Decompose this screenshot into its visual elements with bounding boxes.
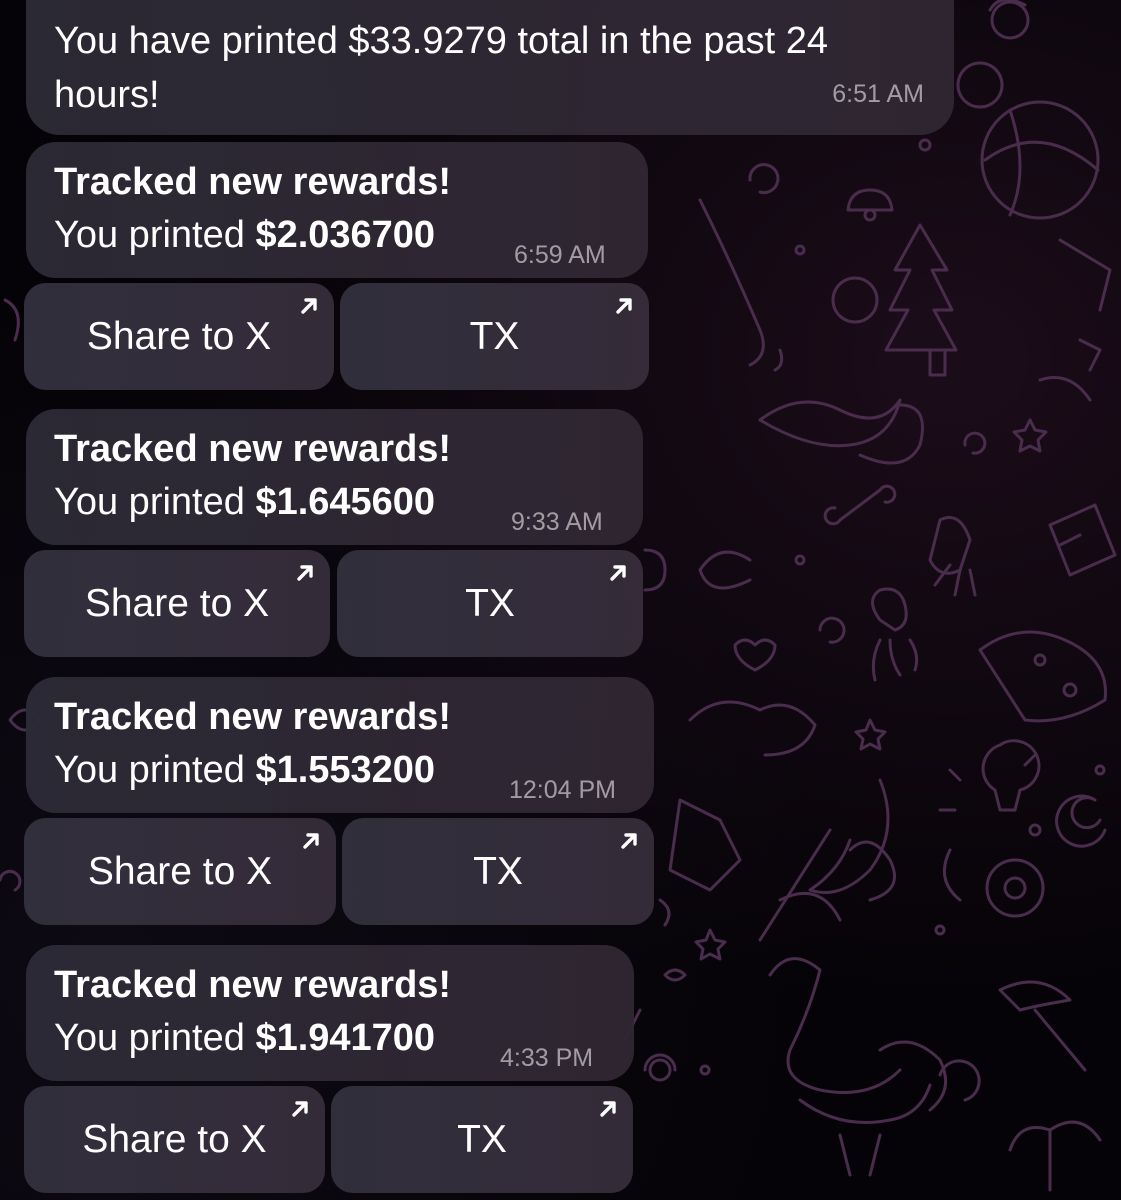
arrow-up-right-icon xyxy=(613,295,635,317)
reward-amount: $1.645600 xyxy=(255,481,436,523)
reward-timestamp: 12:04 PM xyxy=(509,776,617,804)
share-to-x-label: Share to X xyxy=(84,581,270,625)
reward-message: Tracked new rewards! You printed $1.6456… xyxy=(26,409,643,545)
reward-amount: $2.036700 xyxy=(255,214,436,256)
tx-label: TX xyxy=(457,1117,507,1161)
tx-label: TX xyxy=(473,849,523,893)
reward-title: Tracked new rewards! xyxy=(54,964,452,1006)
share-to-x-button[interactable]: Share to X xyxy=(24,283,334,390)
reward-message: Tracked new rewards! You printed $1.9417… xyxy=(26,945,634,1081)
summary-message: You have printed $33.9279 total in the p… xyxy=(26,0,954,135)
reward-message: Tracked new rewards! You printed $2.0367… xyxy=(26,142,648,278)
tx-button[interactable]: TX xyxy=(342,818,654,925)
reward-title: Tracked new rewards! xyxy=(54,428,452,470)
arrow-up-right-icon xyxy=(298,295,320,317)
reward-amount: $1.941700 xyxy=(255,1017,436,1059)
reward-prefix: You printed xyxy=(54,1017,245,1059)
arrow-up-right-icon xyxy=(289,1098,311,1120)
arrow-up-right-icon xyxy=(618,830,640,852)
reward-timestamp: 6:59 AM xyxy=(514,241,606,269)
reward-amount: $1.553200 xyxy=(255,749,436,791)
tx-button[interactable]: TX xyxy=(331,1086,633,1193)
arrow-up-right-icon xyxy=(294,562,316,584)
reward-prefix: You printed xyxy=(54,481,245,523)
share-to-x-label: Share to X xyxy=(82,1117,267,1161)
reward-message: Tracked new rewards! You printed $1.5532… xyxy=(26,677,654,813)
reward-timestamp: 9:33 AM xyxy=(511,508,603,536)
share-to-x-button[interactable]: Share to X xyxy=(24,550,330,657)
share-to-x-button[interactable]: Share to X xyxy=(24,1086,325,1193)
reward-title: Tracked new rewards! xyxy=(54,696,452,738)
arrow-up-right-icon xyxy=(597,1098,619,1120)
share-to-x-label: Share to X xyxy=(87,849,273,893)
summary-text: You have printed $33.9279 total in the p… xyxy=(54,20,828,116)
reward-prefix: You printed xyxy=(54,749,245,791)
arrow-up-right-icon xyxy=(607,562,629,584)
arrow-up-right-icon xyxy=(300,830,322,852)
tx-button[interactable]: TX xyxy=(340,283,649,390)
summary-timestamp: 6:51 AM xyxy=(832,80,924,108)
share-to-x-button[interactable]: Share to X xyxy=(24,818,336,925)
reward-title: Tracked new rewards! xyxy=(54,161,452,203)
chat-background: You have printed $33.9279 total in the p… xyxy=(0,0,1121,1200)
tx-label: TX xyxy=(469,314,520,358)
tx-button[interactable]: TX xyxy=(337,550,643,657)
tx-label: TX xyxy=(465,581,515,625)
reward-timestamp: 4:33 PM xyxy=(500,1044,594,1072)
share-to-x-label: Share to X xyxy=(86,314,272,358)
reward-prefix: You printed xyxy=(54,214,245,256)
